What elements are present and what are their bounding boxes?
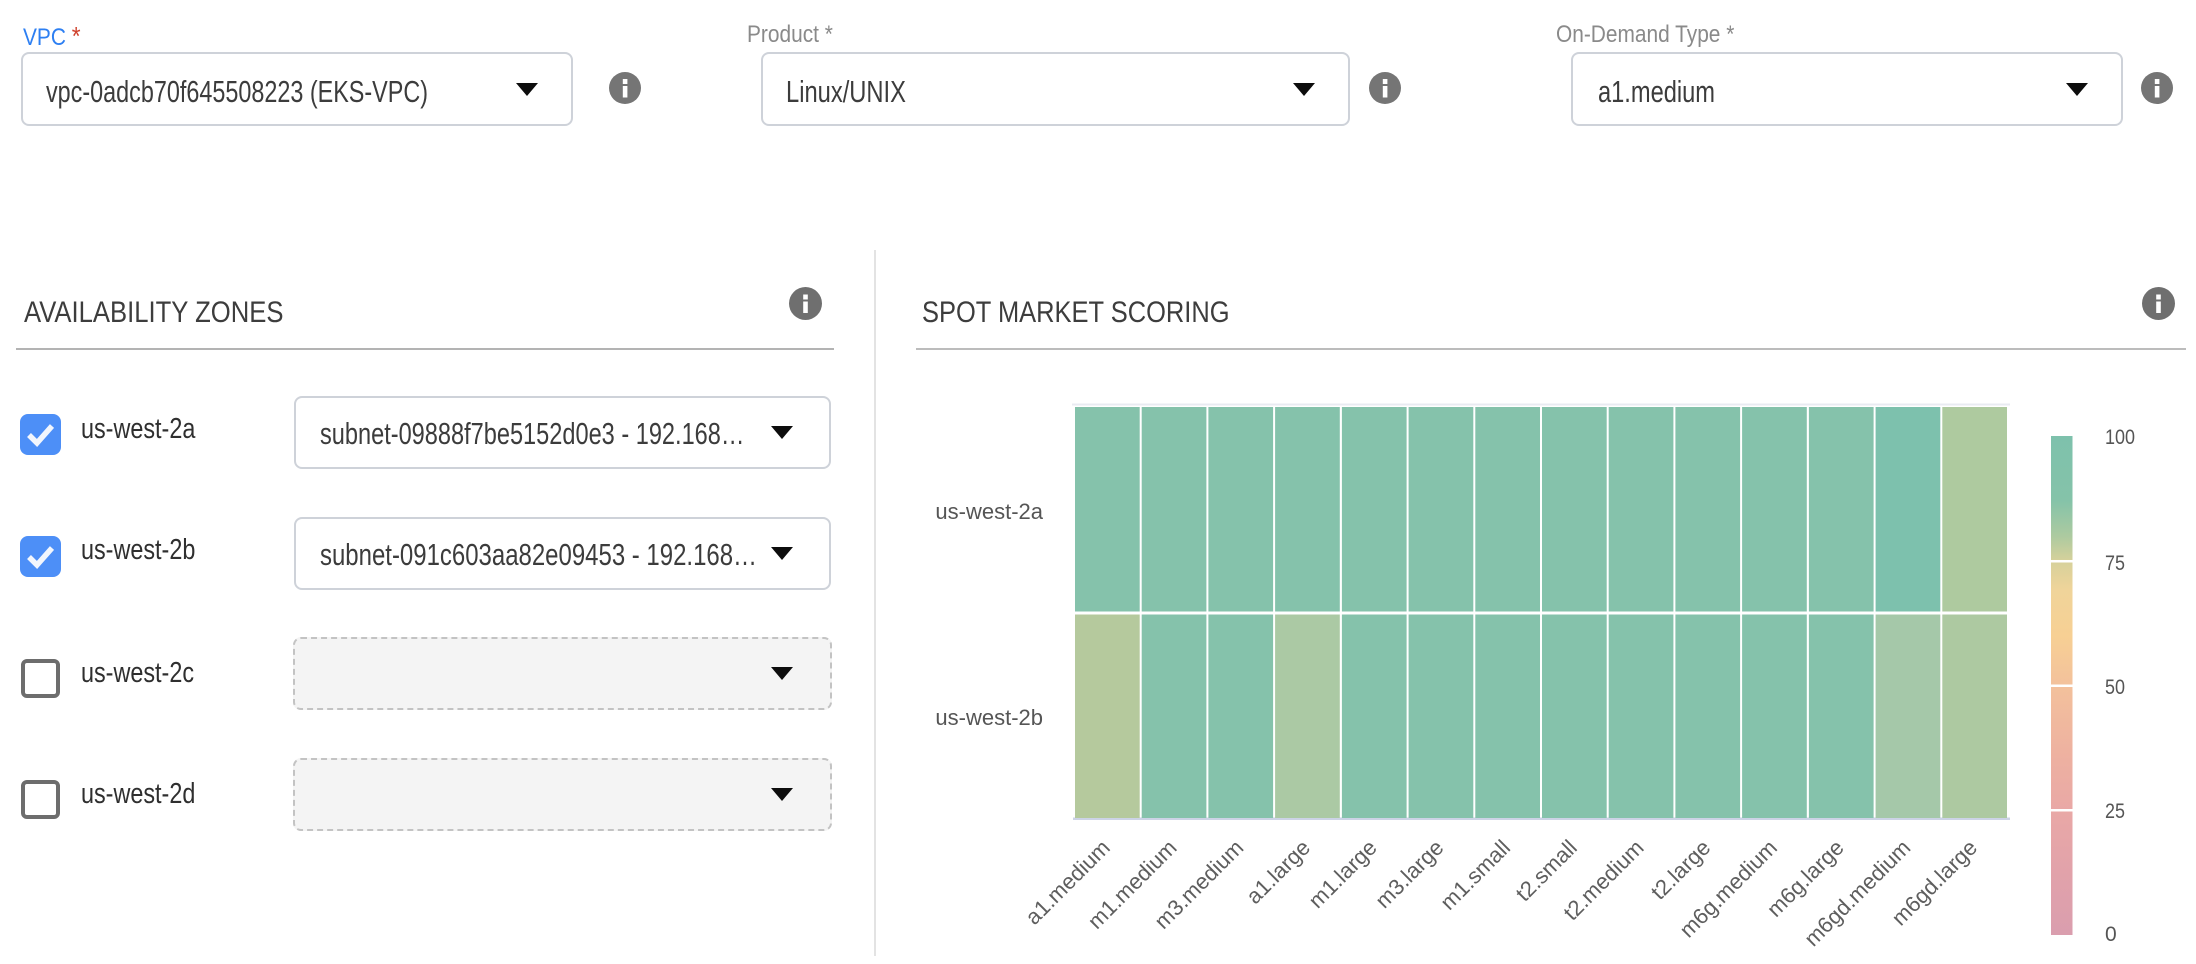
svg-text:m1.large: m1.large: [1304, 835, 1382, 913]
svg-text:m1.small: m1.small: [1435, 835, 1515, 915]
svg-text:m3.large: m3.large: [1370, 835, 1448, 913]
svg-text:100: 100: [2105, 426, 2135, 449]
svg-text:0: 0: [2105, 923, 2117, 946]
svg-text:a1.large: a1.large: [1241, 835, 1315, 909]
svg-text:us-west-2b: us-west-2b: [935, 705, 1043, 730]
svg-text:us-west-2a: us-west-2a: [935, 499, 1043, 524]
svg-text:25: 25: [2105, 800, 2125, 823]
svg-text:50: 50: [2105, 676, 2125, 699]
svg-text:75: 75: [2105, 552, 2125, 575]
